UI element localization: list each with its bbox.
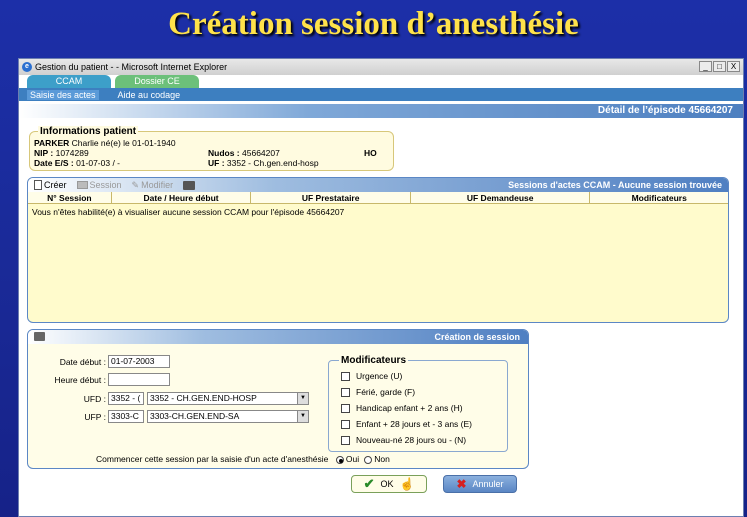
window-title: Gestion du patient - - Microsoft Interne…: [35, 62, 228, 72]
checkbox[interactable]: [341, 387, 350, 397]
hand-cursor-icon: ☝: [399, 477, 415, 491]
ufd-select[interactable]: 3352 - CH.GEN.END-HOSP ▼: [147, 392, 309, 405]
mod-label: Handicap enfant + 2 ans (H): [356, 403, 463, 413]
mod-label: Enfant + 28 jours et - 3 ans (E): [356, 419, 472, 429]
close-button[interactable]: X: [727, 61, 740, 72]
episode-header: Détail de l’épisode 45664207: [19, 104, 743, 118]
ok-button[interactable]: ✔ OK ☝: [351, 475, 427, 493]
patient-info-panel: Informations patient PARKER Charlie né(e…: [29, 126, 394, 171]
ufp-label: UFP :: [84, 412, 106, 422]
mod-label: Nouveau-né 28 jours ou - (N): [356, 435, 467, 445]
uf-value: 3352 - Ch.gen.end-hosp: [226, 158, 319, 168]
ufp-select-value: 3303-CH.GEN.END-SA: [150, 411, 240, 421]
pencil-icon: ✎: [131, 179, 140, 190]
ho-label: HO: [364, 148, 377, 158]
nip-label: NIP :: [34, 148, 54, 158]
ufd-select-value: 3352 - CH.GEN.END-HOSP: [150, 393, 257, 403]
sub-navigation: Saisie des actes Aide au codage: [19, 88, 743, 101]
create-button[interactable]: Créer: [34, 180, 67, 190]
minimize-button[interactable]: _: [699, 61, 712, 72]
tab-dossier-ce[interactable]: Dossier CE: [115, 75, 199, 88]
col-uf-demandeuse: UF Demandeuse: [411, 192, 591, 203]
mod-nouveau-ne[interactable]: Nouveau-né 28 jours ou - (N): [341, 435, 466, 445]
slide-title: Création session d’anesthésie: [168, 6, 579, 42]
col-modificateurs: Modificateurs: [631, 193, 687, 203]
create-label: Créer: [44, 180, 67, 190]
heure-debut-label: Heure début :: [54, 375, 106, 385]
ie-icon: e: [22, 62, 32, 72]
session-creation-panel: Création de session Date début : 01-07-2…: [27, 329, 529, 469]
printer-icon: [183, 180, 196, 190]
radio-oui-label: Oui: [345, 454, 360, 464]
maximize-button[interactable]: □: [713, 61, 726, 72]
print-button[interactable]: [183, 180, 196, 190]
modificateurs-group: Modificateurs Urgence (U) Férié, garde (…: [328, 355, 508, 452]
sessions-toolbar: Créer Session ✎ Modifier Sessions d'acte…: [28, 178, 728, 192]
uf-label: UF :: [208, 158, 225, 168]
sessions-table-header: N° Session Date / Heure début UF Prestat…: [28, 192, 728, 204]
session-button[interactable]: Session: [76, 180, 122, 190]
mod-urgence[interactable]: Urgence (U): [341, 371, 402, 381]
subnav-saisie-actes[interactable]: Saisie des actes: [27, 89, 99, 100]
tab-ccam[interactable]: CCAM: [27, 75, 111, 88]
col-uf-prestataire: UF Prestataire: [251, 192, 411, 203]
anesthesie-question: Commencer cette session par la saisie d'…: [96, 454, 329, 464]
checkmark-icon: ✔: [363, 476, 375, 491]
nudos-value: 45664207: [242, 148, 280, 158]
mod-enfant[interactable]: Enfant + 28 jours et - 3 ans (E): [341, 419, 472, 429]
modify-label: Modifier: [141, 180, 174, 190]
sessions-notice: Vous n'êtes habilité(e) à visualiser auc…: [32, 207, 345, 217]
folder-icon: [76, 181, 88, 189]
printer-icon[interactable]: [34, 332, 45, 341]
col-num-session: N° Session: [28, 192, 112, 203]
checkbox[interactable]: [341, 435, 350, 445]
cancel-label: Annuler: [472, 479, 504, 489]
browser-window: e Gestion du patient - - Microsoft Inter…: [18, 58, 744, 517]
heure-debut-input[interactable]: [108, 373, 170, 386]
tab-bar: CCAM Dossier CE: [19, 75, 743, 88]
window-titlebar: e Gestion du patient - - Microsoft Inter…: [19, 59, 743, 75]
modificateurs-legend: Modificateurs: [339, 355, 409, 366]
creation-header: Création de session: [28, 330, 528, 344]
modify-button[interactable]: ✎ Modifier: [132, 180, 174, 191]
date-debut-input[interactable]: 01-07-2003: [108, 355, 170, 368]
patient-name-label: PARKER: [34, 138, 70, 148]
mod-handicap[interactable]: Handicap enfant + 2 ans (H): [341, 403, 463, 413]
mod-ferie[interactable]: Férié, garde (F): [341, 387, 415, 397]
date-debut-label: Date début :: [59, 357, 106, 367]
patient-info-legend: Informations patient: [38, 126, 139, 137]
radio-non-label: Non: [374, 454, 390, 464]
ufp-code-input[interactable]: 3303-C: [108, 410, 144, 423]
creation-title: Création de session: [434, 332, 520, 342]
mod-label: Urgence (U): [356, 371, 403, 381]
chevron-down-icon: ▼: [297, 411, 308, 422]
patient-name-value: Charlie né(e) le 01-01-1940: [71, 138, 176, 148]
ok-label: OK: [380, 479, 394, 489]
session-label: Session: [89, 180, 122, 190]
new-document-icon: [34, 180, 42, 190]
checkbox[interactable]: [341, 371, 350, 381]
cancel-button[interactable]: ✖ Annuler: [443, 475, 517, 493]
nip-value: 1074289: [55, 148, 89, 158]
nudos-label: Nudos :: [208, 148, 240, 158]
chevron-down-icon: ▼: [297, 393, 308, 404]
col-date-heure: Date / Heure début: [112, 192, 252, 203]
radio-non[interactable]: [363, 455, 372, 464]
anesthesie-question-row: Commencer cette session par la saisie d'…: [96, 454, 390, 464]
mod-label: Férié, garde (F): [356, 387, 416, 397]
ufd-label: UFD :: [83, 394, 106, 404]
subnav-aide-codage[interactable]: Aide au codage: [115, 90, 184, 100]
checkbox[interactable]: [341, 403, 350, 413]
close-icon: ✖: [456, 477, 467, 491]
date-es-value: 01-07-03 / -: [76, 158, 121, 168]
sessions-panel: Créer Session ✎ Modifier Sessions d'acte…: [27, 177, 729, 323]
sessions-title: Sessions d'actes CCAM - Aucune session t…: [508, 180, 722, 190]
ufd-code-input[interactable]: 3352 - (: [108, 392, 144, 405]
checkbox[interactable]: [341, 419, 350, 429]
ufp-select[interactable]: 3303-CH.GEN.END-SA ▼: [147, 410, 309, 423]
date-es-label: Date E/S :: [34, 158, 74, 168]
radio-oui[interactable]: [335, 455, 344, 464]
